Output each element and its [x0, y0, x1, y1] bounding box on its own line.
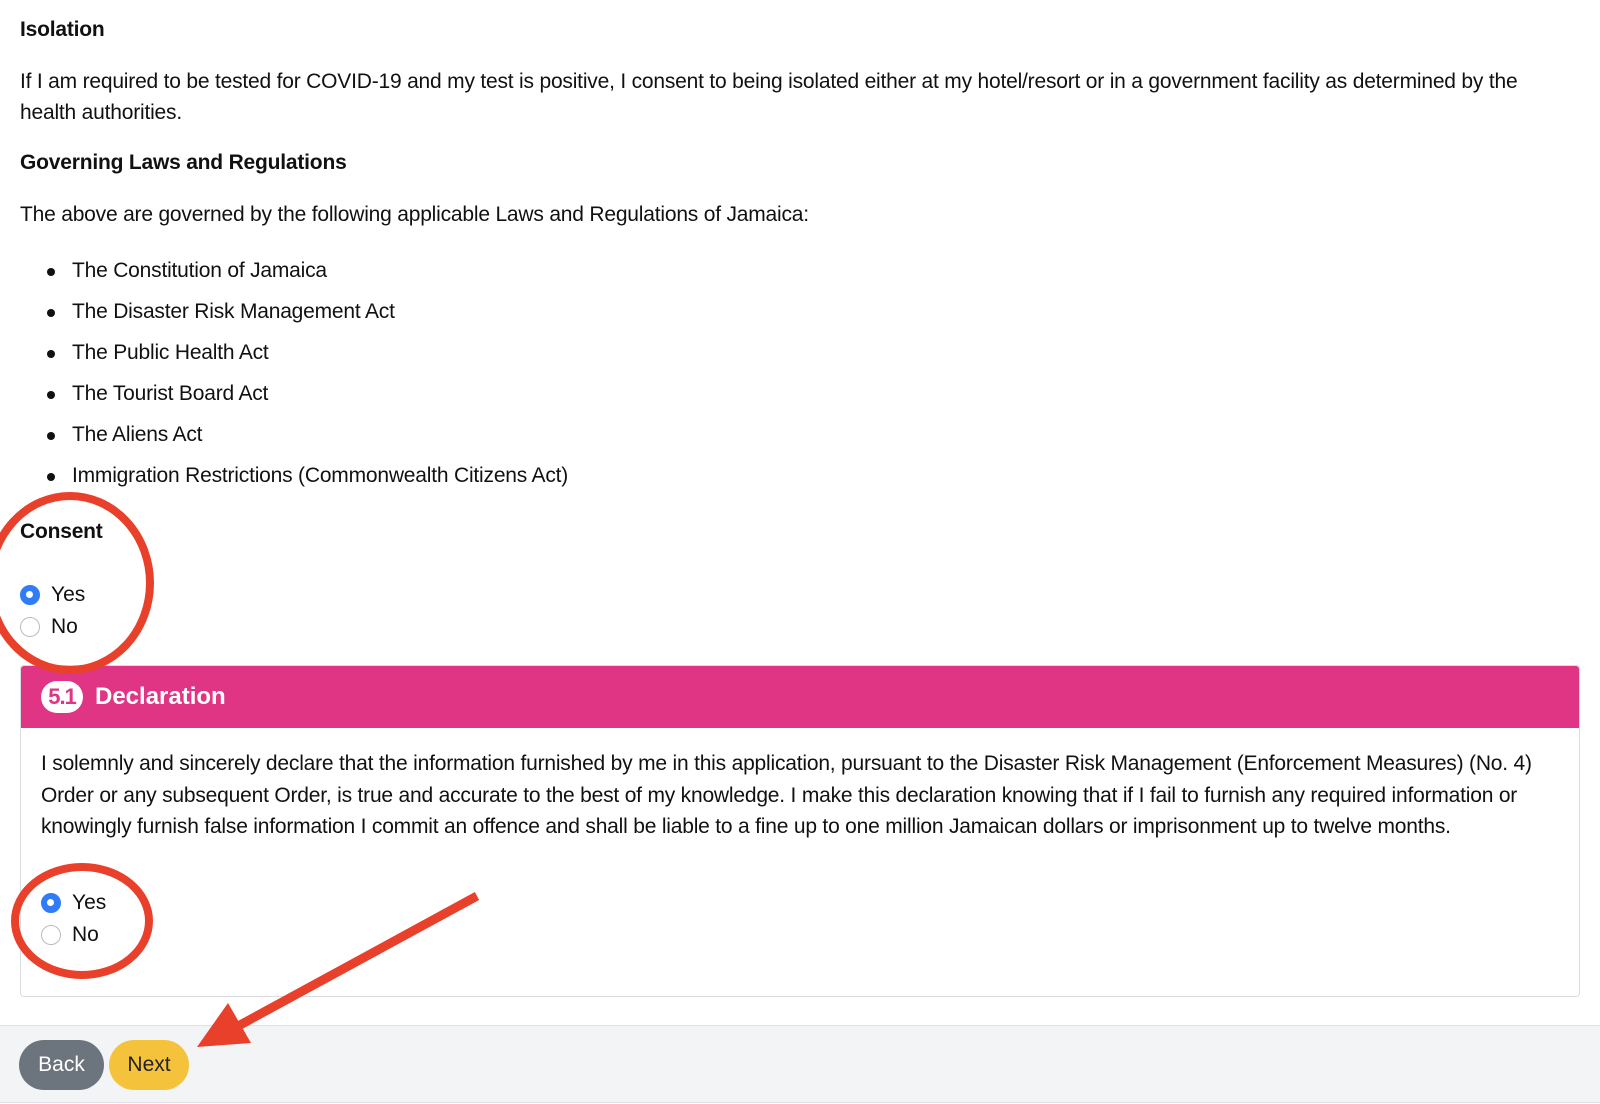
isolation-heading: Isolation [20, 18, 105, 41]
consent-heading: Consent [20, 520, 103, 543]
list-item: The Public Health Act [20, 337, 568, 378]
consent-no-radio[interactable] [20, 617, 40, 637]
declaration-yes-radio[interactable] [41, 893, 61, 913]
bullet-icon [47, 432, 55, 440]
declaration-no-radio[interactable] [41, 925, 61, 945]
declaration-header: 5.1 Declaration [21, 666, 1579, 728]
bullet-icon [47, 309, 55, 317]
consent-yes-label: Yes [51, 583, 86, 606]
bullet-icon [47, 268, 55, 276]
declaration-card: 5.1 Declaration I solemnly and sincerely… [20, 665, 1580, 997]
consent-yes-option[interactable]: Yes [20, 580, 85, 610]
list-item: The Tourist Board Act [20, 378, 568, 419]
bullet-icon [47, 350, 55, 358]
declaration-body: I solemnly and sincerely declare that th… [21, 728, 1579, 843]
governing-laws-intro: The above are governed by the following … [20, 203, 809, 226]
list-item: The Aliens Act [20, 419, 568, 460]
list-item: Immigration Restrictions (Commonwealth C… [20, 460, 568, 501]
consent-no-option[interactable]: No [20, 612, 78, 642]
declaration-yes-label: Yes [72, 891, 107, 914]
declaration-title: Declaration [95, 683, 226, 710]
declaration-no-label: No [72, 923, 99, 946]
list-item: The Disaster Risk Management Act [20, 296, 568, 337]
consent-no-label: No [51, 615, 78, 638]
declaration-yes-option[interactable]: Yes [41, 888, 106, 918]
declaration-text: I solemnly and sincerely declare that th… [41, 752, 1532, 838]
laws-list: The Constitution of Jamaica The Disaster… [20, 255, 568, 501]
consent-yes-radio[interactable] [20, 585, 40, 605]
bullet-icon [47, 473, 55, 481]
bullet-icon [47, 391, 55, 399]
section-number-badge: 5.1 [41, 681, 83, 713]
isolation-text: If I am required to be tested for COVID-… [20, 70, 1518, 124]
next-button[interactable]: Next [109, 1040, 189, 1090]
list-item: The Constitution of Jamaica [20, 255, 568, 296]
governing-laws-heading: Governing Laws and Regulations [20, 151, 347, 174]
declaration-no-option[interactable]: No [41, 920, 99, 950]
back-button[interactable]: Back [19, 1040, 104, 1090]
form-footer: Back Next [0, 1025, 1600, 1103]
